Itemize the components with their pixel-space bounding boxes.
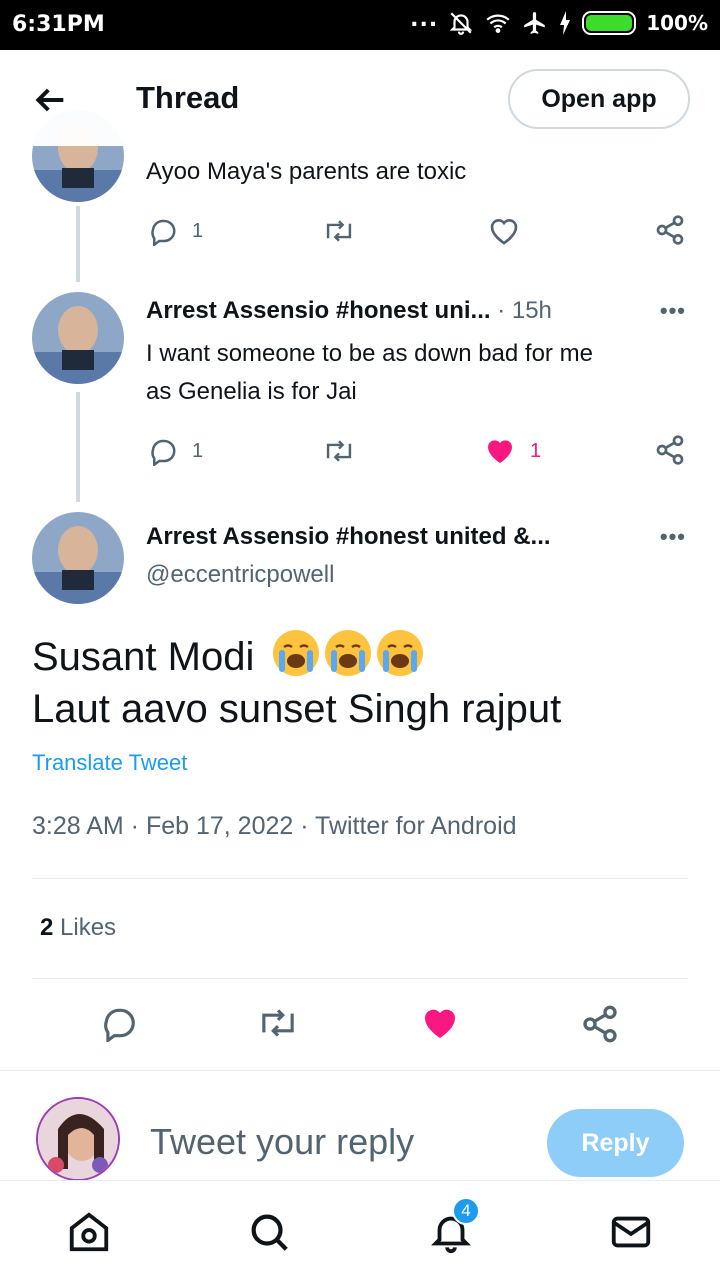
- reply-icon: [104, 1008, 135, 1042]
- open-app-button[interactable]: Open app: [508, 69, 690, 129]
- reply-button[interactable]: Reply: [547, 1109, 684, 1177]
- more-notifications-icon: ...: [410, 6, 439, 32]
- author-handle[interactable]: @eccentricpowell: [146, 561, 334, 589]
- retweet-icon: [326, 440, 352, 462]
- notifications-badge: 4: [452, 1197, 480, 1225]
- home-icon[interactable]: [66, 1209, 112, 1255]
- airplane-icon: [524, 12, 545, 34]
- more-options-icon[interactable]: •••: [660, 298, 686, 324]
- share-action[interactable]: [654, 214, 686, 246]
- divider: [0, 1070, 720, 1071]
- retweet-icon: [326, 220, 352, 242]
- tweet-text: I want someone to be as down bad for me …: [146, 335, 593, 411]
- heart-filled-icon: [425, 1009, 455, 1038]
- reply-count: 1: [192, 439, 204, 462]
- share-action[interactable]: [580, 1004, 620, 1044]
- crying-face-icon: [273, 630, 429, 679]
- charging-icon: [560, 11, 571, 35]
- tweet-text-line: I want someone to be as down bad for me: [146, 340, 593, 367]
- divider: [32, 878, 688, 879]
- status-icons: ... 100%: [410, 6, 708, 36]
- like-action[interactable]: 1: [484, 436, 541, 466]
- retweet-action[interactable]: [322, 216, 356, 246]
- status-bar: 6:31PM ... 100%: [0, 0, 720, 50]
- battery-icon: [582, 11, 637, 35]
- heart-filled-icon: [488, 440, 512, 463]
- thread-line: [76, 392, 80, 502]
- reply-action[interactable]: 1: [148, 216, 203, 246]
- wifi-icon: [486, 14, 510, 33]
- retweet-action[interactable]: [256, 1004, 300, 1042]
- share-icon: [583, 1005, 617, 1043]
- tweet-text: Ayoo Maya's parents are toxic: [146, 158, 467, 185]
- bottom-nav: 4: [0, 1180, 720, 1280]
- like-action[interactable]: [488, 216, 520, 246]
- main-tweet-line: Laut aavo sunset Singh rajput: [32, 687, 562, 731]
- like-count: 1: [530, 439, 542, 462]
- thread-line: [76, 206, 80, 282]
- reply-action[interactable]: 1: [148, 436, 203, 466]
- reply-icon: [151, 219, 176, 246]
- author-name[interactable]: Arrest Assensio #honest united &...: [146, 523, 551, 551]
- heart-icon: [490, 219, 518, 245]
- search-icon[interactable]: [246, 1209, 292, 1255]
- main-tweet-line-text: Susant Modi: [32, 635, 255, 679]
- author-name: Arrest Assensio #honest uni...: [146, 297, 491, 324]
- reply-count: 1: [192, 219, 204, 242]
- messages-icon[interactable]: [608, 1209, 654, 1255]
- status-time: 6:31PM: [12, 12, 105, 37]
- tweet-text-line: as Genelia is for Jai: [146, 378, 357, 405]
- translate-link[interactable]: Translate Tweet: [32, 750, 187, 776]
- user-avatar[interactable]: [36, 1097, 120, 1181]
- retweet-icon: [262, 1009, 294, 1037]
- avatar[interactable]: [32, 512, 124, 604]
- likes-summary[interactable]: 2 Likes: [40, 914, 116, 942]
- bell-muted-icon: [449, 12, 473, 35]
- reply-action[interactable]: [100, 1004, 138, 1042]
- share-action[interactable]: [654, 434, 686, 466]
- divider: [32, 978, 688, 979]
- tweet-author[interactable]: Arrest Assensio #honest uni... · 15h: [146, 297, 552, 325]
- reply-composer: Tweet your reply Reply: [0, 1085, 720, 1185]
- share-icon: [656, 215, 684, 245]
- tweet-time: · 15h: [497, 297, 552, 324]
- tweet-timestamp: 3:28 AM · Feb 17, 2022 · Twitter for And…: [32, 812, 517, 840]
- likes-label: Likes: [60, 914, 117, 941]
- avatar[interactable]: [32, 292, 124, 384]
- likes-count: 2: [40, 914, 54, 941]
- reply-icon: [151, 439, 176, 466]
- like-action[interactable]: [420, 1004, 460, 1042]
- battery-percent: 100%: [646, 11, 708, 35]
- more-options-icon[interactable]: •••: [660, 524, 686, 550]
- page-title: Thread: [136, 80, 240, 115]
- share-icon: [656, 435, 684, 465]
- header: Thread Open app: [0, 50, 720, 146]
- back-arrow-icon[interactable]: [30, 80, 70, 120]
- reply-input[interactable]: Tweet your reply: [150, 1121, 414, 1163]
- retweet-action[interactable]: [322, 436, 356, 466]
- main-tweet-text: Susant Modi Laut aavo sunset Singh rajpu…: [32, 630, 561, 735]
- main-tweet-line: Susant Modi: [32, 630, 561, 683]
